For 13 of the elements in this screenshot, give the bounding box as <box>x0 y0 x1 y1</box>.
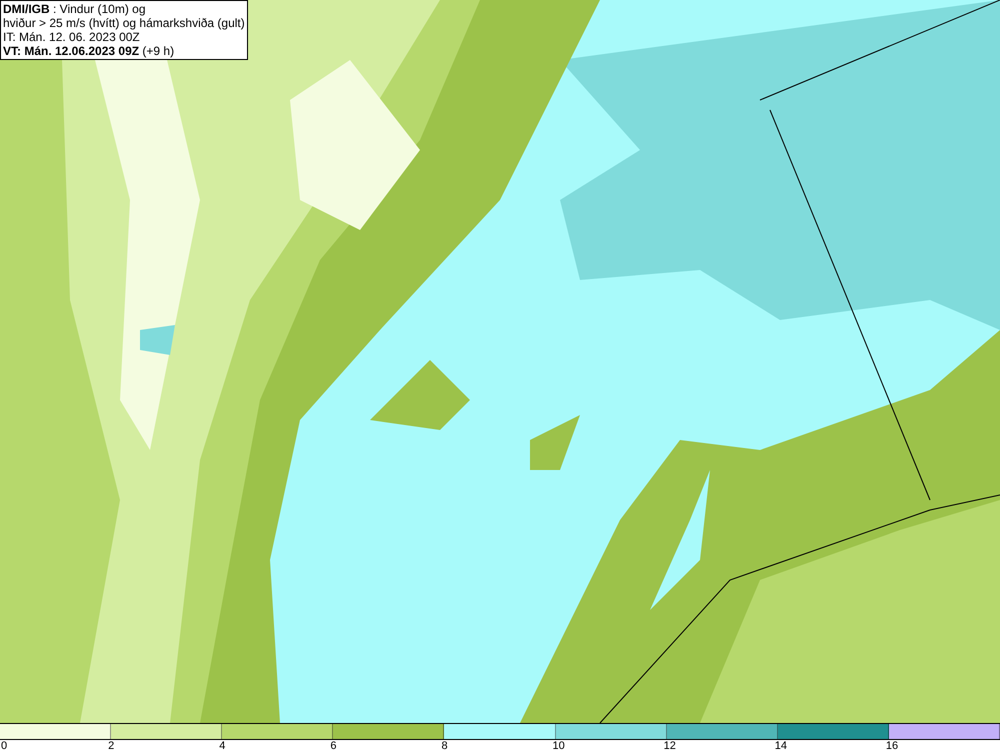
legend-label: 2 <box>108 740 114 753</box>
legend-label: 10 <box>552 740 565 753</box>
legend-label: 4 <box>219 740 226 753</box>
legend-label: 6 <box>330 740 336 753</box>
legend-label: 14 <box>774 740 788 753</box>
legend-label: 12 <box>664 740 676 753</box>
legend-label: 16 <box>886 740 898 753</box>
legend-label: 0 <box>1 740 8 753</box>
header-text: VT: Mán. 12.06.2023 09Z (+9 h) <box>3 44 176 58</box>
header-text: DMI/IGB : Vindur (10m) og <box>3 2 146 16</box>
header-text: IT: Mán. 12. 06. 2023 00Z <box>3 30 141 44</box>
legend-label: 8 <box>441 740 448 753</box>
header-text: hviður > 25 m/s (hvítt) og hámarkshviða (gult) <box>3 16 245 30</box>
